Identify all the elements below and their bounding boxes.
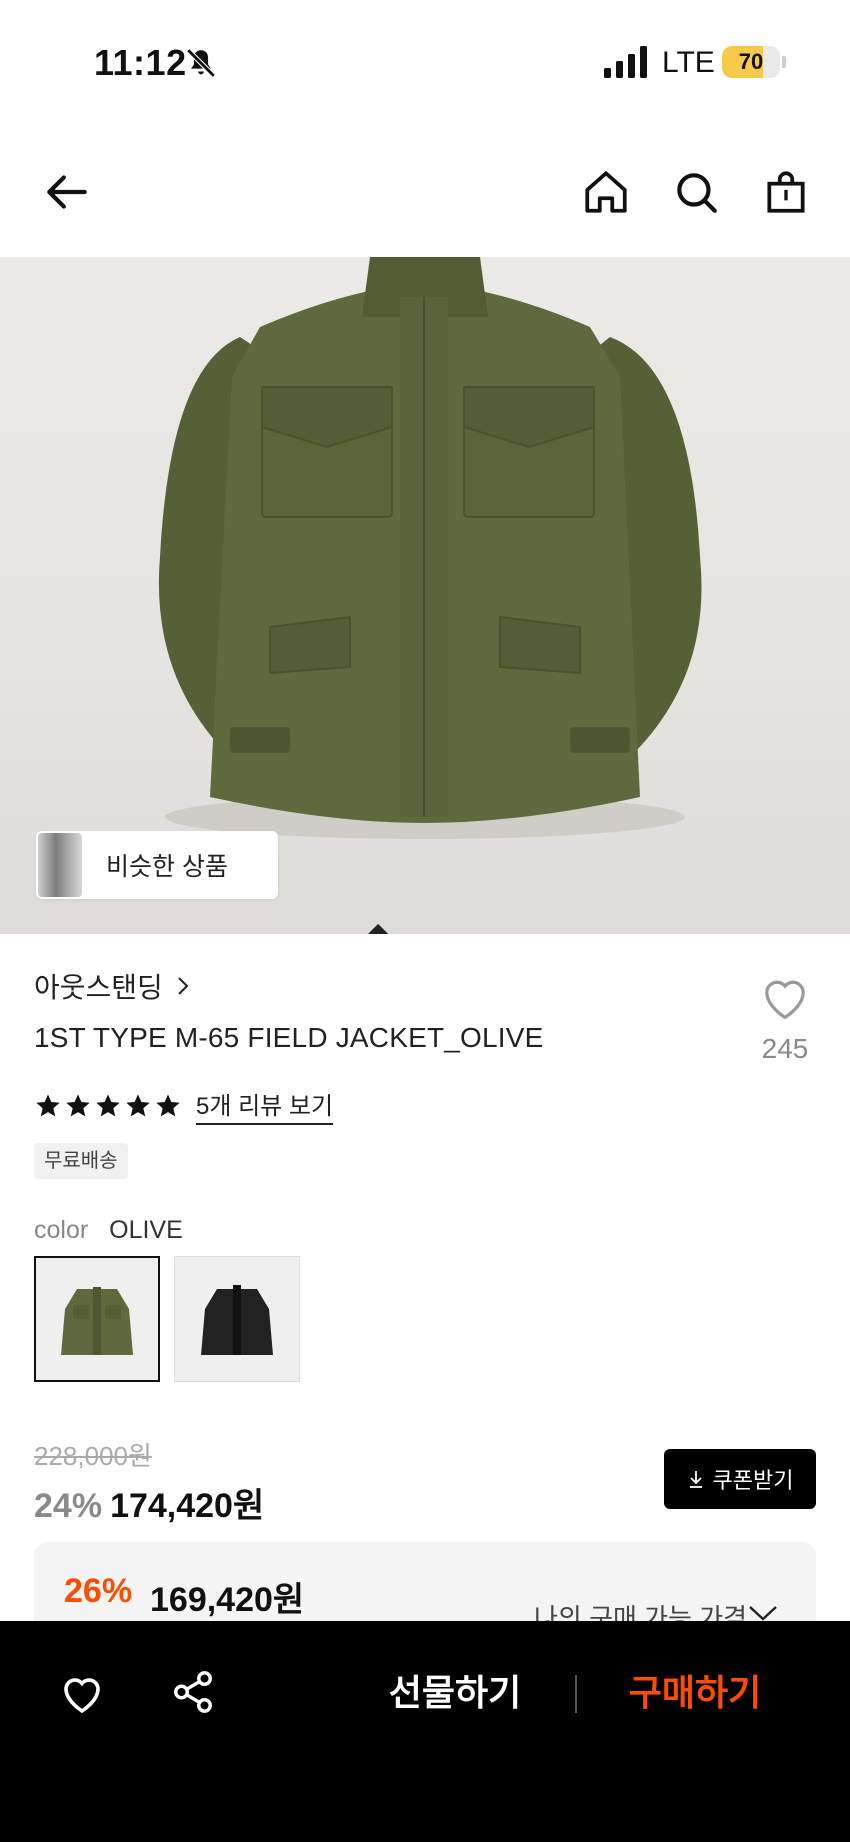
divider [575, 1675, 577, 1713]
search-button[interactable] [668, 164, 724, 220]
back-arrow-icon [47, 175, 87, 209]
gift-button[interactable]: 선물하기 [360, 1665, 550, 1721]
product-image[interactable]: 비슷한 상품 [0, 257, 850, 934]
bottom-action-bar: 선물하기 구매하기 [0, 1621, 850, 1842]
star-icon [96, 1093, 120, 1116]
star-icon [126, 1093, 150, 1116]
buy-button[interactable]: 구매하기 [600, 1665, 790, 1721]
my-price: 169,420원 [150, 1581, 305, 1619]
star-icon [36, 1093, 60, 1116]
chevron-right-icon [368, 923, 389, 934]
cart-button[interactable] [758, 164, 814, 220]
brand-name: 아웃스탠딩 [34, 972, 163, 1003]
status-bar: 11:12 LTE 70 [0, 0, 850, 120]
download-icon [689, 1471, 702, 1488]
rating-row: 5개 리뷰 보기 [34, 1086, 334, 1125]
shopping-bag-icon [767, 171, 805, 213]
color-swatch-olive[interactable] [34, 1256, 160, 1382]
star-icon [66, 1093, 90, 1116]
star-icon [156, 1093, 180, 1116]
top-nav [0, 150, 850, 236]
signal-icon [604, 46, 647, 78]
my-discount-rate: 26% [64, 1572, 133, 1610]
status-time: 11:12 [94, 42, 187, 83]
home-button[interactable] [578, 164, 634, 220]
review-link[interactable]: 5개 리뷰 보기 [196, 1086, 334, 1125]
home-icon [585, 171, 627, 213]
bell-muted-icon [186, 48, 216, 78]
color-label: color [34, 1216, 89, 1244]
share-icon[interactable] [170, 1669, 216, 1715]
color-value: OLIVE [109, 1216, 183, 1244]
free-shipping-badge: 무료배송 [34, 1143, 128, 1179]
back-button[interactable] [40, 164, 96, 220]
heart-icon [765, 980, 805, 1020]
battery-nub [782, 56, 786, 68]
like-count: 245 [761, 1033, 809, 1064]
black-jacket-thumbnail [201, 1285, 273, 1355]
wishlist-heart-icon[interactable] [58, 1671, 106, 1715]
network-label: LTE [662, 46, 715, 79]
color-row: color OLIVE [34, 1216, 183, 1245]
like-button[interactable]: 245 [752, 972, 818, 1065]
product-title: 1ST TYPE M-65 FIELD JACKET_OLIVE [34, 1022, 544, 1053]
battery-level: 70 [738, 49, 764, 74]
brand-link[interactable]: 아웃스탠딩 [34, 966, 191, 1006]
search-icon [677, 173, 717, 213]
price-row: 24% 174,420원 [34, 1478, 264, 1527]
coupon-button[interactable]: 쿠폰받기 [664, 1449, 816, 1509]
color-swatch-black[interactable] [174, 1256, 300, 1382]
sale-price: 174,420원 [110, 1487, 265, 1525]
rating-stars [34, 1092, 182, 1120]
discount-rate: 24% [34, 1487, 103, 1525]
coupon-label: 쿠폰받기 [712, 1468, 794, 1493]
similar-products-button[interactable]: 비슷한 상품 [36, 831, 389, 934]
original-price: 228,000원 [34, 1441, 152, 1471]
chevron-right-icon [178, 977, 189, 995]
battery-icon: 70 [722, 46, 780, 78]
olive-jacket-thumbnail [61, 1287, 133, 1355]
